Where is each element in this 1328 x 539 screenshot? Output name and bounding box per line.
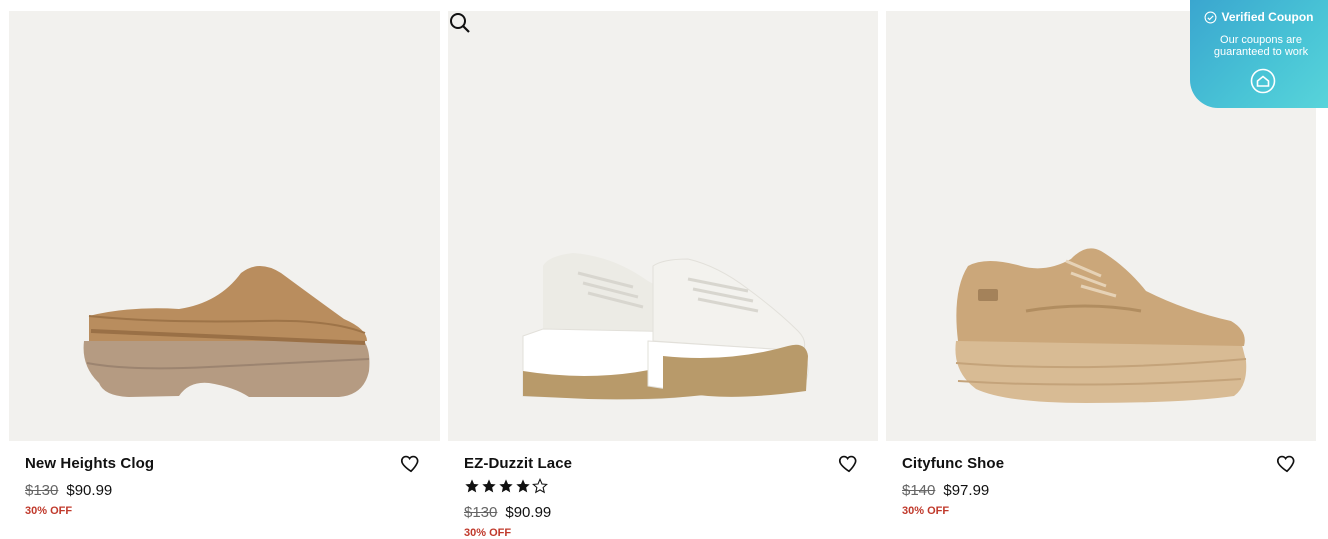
star-rating (464, 478, 548, 494)
product-grid: New Heights Clog $130 $90.99 30% OFF EZ-… (0, 0, 1328, 539)
check-circle-icon (1205, 11, 1217, 23)
heart-icon[interactable] (1276, 452, 1298, 474)
heart-icon[interactable] (400, 452, 422, 474)
sale-price: $90.99 (66, 482, 113, 499)
original-price: $140 (902, 482, 936, 499)
clog-illustration (83, 266, 370, 397)
discount-label: 30% OFF (25, 505, 73, 517)
coupon-subtitle: Our coupons are guaranteed to work (1213, 34, 1309, 58)
product-name[interactable]: New Heights Clog (25, 455, 154, 472)
star-empty-icon (532, 478, 548, 494)
heart-icon[interactable] (838, 452, 860, 474)
star-filled-icon (499, 479, 513, 493)
product-name[interactable]: Cityfunc Shoe (902, 455, 1004, 472)
verified-coupon-badge[interactable]: Verified Coupon Our coupons are guarante… (1190, 0, 1328, 108)
price-row: $140 $97.99 (902, 482, 989, 499)
price-row: $130 $90.99 (25, 482, 112, 499)
coupon-title: Verified Coupon (1190, 10, 1328, 24)
sale-price: $97.99 (943, 482, 990, 499)
home-icon[interactable] (1250, 68, 1276, 94)
product-image[interactable] (9, 11, 440, 441)
price-row: $130 $90.99 (464, 504, 551, 521)
star-filled-icon (516, 479, 530, 493)
star-filled-icon (482, 479, 496, 493)
product-name[interactable]: EZ-Duzzit Lace (464, 455, 572, 472)
sale-price: $90.99 (505, 504, 552, 521)
sneaker-illustration (522, 253, 809, 400)
discount-label: 30% OFF (902, 505, 950, 517)
product-image[interactable] (448, 11, 878, 441)
coupon-title-text: Verified Coupon (1221, 10, 1314, 24)
original-price: $130 (464, 504, 498, 521)
discount-label: 30% OFF (464, 527, 512, 539)
original-price: $130 (25, 482, 59, 499)
product-card[interactable]: EZ-Duzzit Lace $130 $90.99 30% OFF (448, 11, 878, 539)
star-filled-icon (465, 479, 479, 493)
product-card[interactable]: New Heights Clog $130 $90.99 30% OFF (9, 11, 440, 517)
